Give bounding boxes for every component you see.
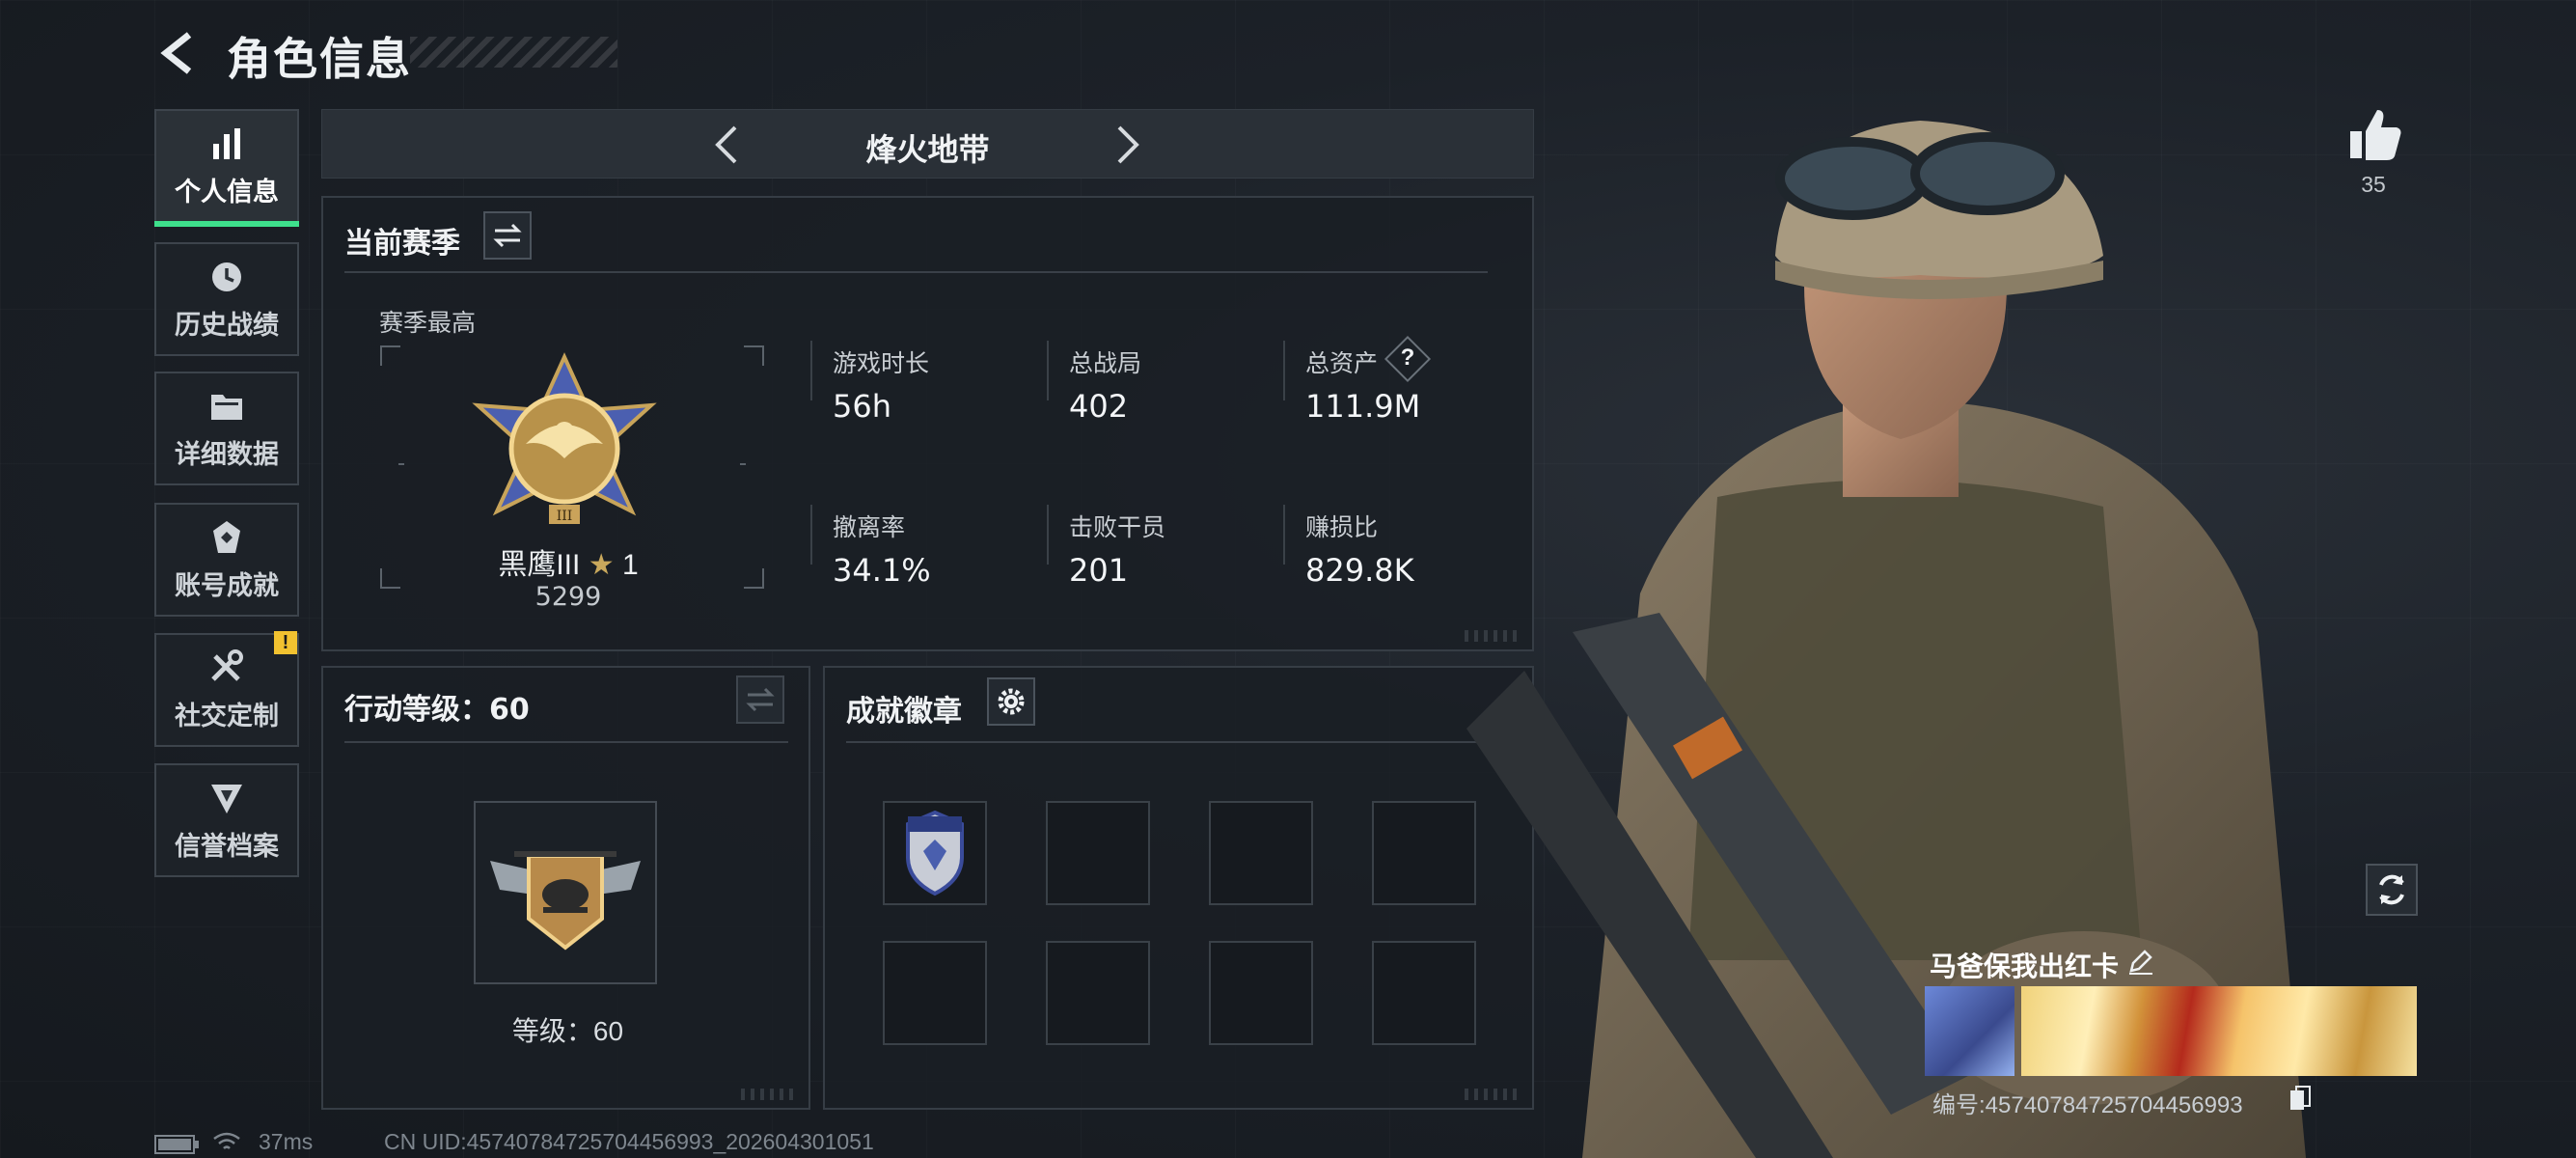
- divider: [344, 271, 1488, 273]
- name-card-banner[interactable]: [2021, 986, 2417, 1076]
- achievement-title: 成就徽章: [846, 696, 962, 728]
- stat-divider: [810, 341, 812, 400]
- folder-icon: [211, 394, 242, 420]
- rank-info: 黑鹰III ★ 1: [323, 540, 813, 583]
- rank-emblem-icon: III: [472, 352, 657, 524]
- badge-slot-empty[interactable]: [1046, 801, 1150, 905]
- back-arrow-icon[interactable]: [154, 29, 203, 77]
- sidebar-item-personal-info[interactable]: 个人信息: [154, 109, 299, 227]
- badge-slot-empty[interactable]: [1209, 941, 1313, 1045]
- sidebar-item-label: 信誉档案: [175, 831, 279, 861]
- battery-icon: [154, 1135, 199, 1154]
- stat-divider: [1047, 341, 1049, 400]
- divider: [846, 741, 1512, 743]
- sidebar-item-reputation[interactable]: 信誉档案: [154, 763, 299, 877]
- action-level-switch-button[interactable]: [736, 676, 784, 724]
- rank-points: 5299: [534, 582, 602, 612]
- corner-decoration: [741, 1089, 799, 1100]
- thumbs-up-icon[interactable]: [2344, 104, 2404, 164]
- badge-slot-empty[interactable]: [883, 941, 987, 1045]
- uid-text: CN UID:457407847257044569​93_20260430105…: [384, 1129, 874, 1154]
- chevron-right-icon[interactable]: [1106, 124, 1148, 166]
- stat-value: 201: [1069, 552, 1129, 589]
- season-title: 当前赛季: [344, 228, 460, 260]
- history-clock-icon: [212, 262, 241, 291]
- shield-badge-icon: [906, 810, 964, 896]
- action-level-text: 等级：60: [511, 1016, 624, 1046]
- stat-label: 赚损比: [1305, 514, 1379, 541]
- stat-divider: [1047, 505, 1049, 565]
- swap-icon: [493, 223, 522, 248]
- season-best-label: 赛季最高: [379, 310, 477, 337]
- game-mode-bar: 烽火地带: [321, 109, 1534, 179]
- help-icon: ?: [1400, 345, 1415, 371]
- achievement-icon: [213, 520, 240, 553]
- stat-label: 总战局: [1069, 350, 1142, 377]
- sidebar-item-label: 个人信息: [175, 177, 279, 207]
- stat-value: 111.9M: [1305, 388, 1421, 425]
- badge-slot-empty[interactable]: [1209, 801, 1313, 905]
- stat-value: 402: [1069, 388, 1129, 425]
- stat-label: 撤离率: [833, 514, 906, 541]
- edit-pencil-icon[interactable]: [2127, 948, 2154, 975]
- achievement-panel: 成就徽章: [823, 666, 1534, 1110]
- game-mode-name: 烽火地带: [865, 132, 990, 167]
- sidebar-item-label: 详细数据: [175, 439, 279, 469]
- stat-divider: [810, 505, 812, 565]
- sidebar-item-detailed-data[interactable]: 详细数据: [154, 372, 299, 485]
- refresh-icon: [2379, 874, 2404, 905]
- tools-icon: [211, 648, 243, 681]
- sidebar-item-label: 历史战绩: [175, 310, 279, 340]
- player-name: 马爸保我出红卡: [1930, 951, 2120, 981]
- badge-slot-empty[interactable]: [1046, 941, 1150, 1045]
- stat-label: 击败干员: [1069, 514, 1166, 541]
- like-count: 35: [2361, 172, 2386, 197]
- action-level-emblem-frame: [474, 801, 657, 984]
- season-panel: 当前赛季 赛季最高 III 黑鹰III ★ 1 5299 游戏时长 56h 总战…: [321, 196, 1534, 651]
- star-icon: ★: [588, 549, 615, 581]
- rank-stars: 1: [621, 549, 639, 581]
- avatar[interactable]: [1925, 986, 2014, 1076]
- bar-chart-icon: [213, 127, 240, 159]
- player-id: 编号:457407847257044569​93: [1932, 1092, 2243, 1118]
- action-level-title: 行动等级：60: [344, 693, 530, 727]
- badge-slot-empty[interactable]: [1372, 941, 1476, 1045]
- page-title: 角色信息: [227, 34, 412, 84]
- copy-icon[interactable]: [2288, 1085, 2312, 1112]
- stat-divider: [1283, 341, 1285, 400]
- warning-badge: !: [274, 631, 297, 654]
- sidebar-item-account-achievement[interactable]: 账号成就: [154, 503, 299, 617]
- stat-value: 56h: [833, 388, 891, 425]
- sidebar-item-label: 账号成就: [175, 570, 279, 600]
- rank-name: 黑鹰III: [498, 549, 581, 581]
- stat-label: 总资产: [1305, 350, 1379, 377]
- achievement-settings-button[interactable]: [987, 677, 1035, 726]
- badge-slot-empty[interactable]: [1372, 801, 1476, 905]
- stat-value: 829.8K: [1305, 552, 1414, 589]
- sidebar-item-label: 社交定制: [175, 701, 279, 731]
- divider: [344, 741, 788, 743]
- sidebar-item-social-custom[interactable]: 社交定制 !: [154, 631, 299, 747]
- swap-icon: [746, 687, 775, 712]
- reputation-icon: [211, 784, 242, 813]
- wifi-icon: [213, 1132, 240, 1149]
- stat-label: 游戏时长: [833, 350, 930, 377]
- action-level-panel: 行动等级：60 等级：60: [321, 666, 810, 1110]
- helicopter-emblem-icon: [490, 851, 641, 951]
- svg-text:III: III: [557, 509, 573, 524]
- switch-season-button[interactable]: [483, 211, 532, 260]
- badge-slot[interactable]: [883, 801, 987, 905]
- ping-value: 37ms: [259, 1129, 314, 1154]
- stat-divider: [1283, 505, 1285, 565]
- title-decoration: [410, 37, 617, 68]
- sidebar-item-history[interactable]: 历史战绩: [154, 242, 299, 356]
- stat-value: 34.1%: [833, 552, 931, 589]
- rotate-model-button[interactable]: [2366, 864, 2418, 916]
- gear-icon: [998, 688, 1025, 715]
